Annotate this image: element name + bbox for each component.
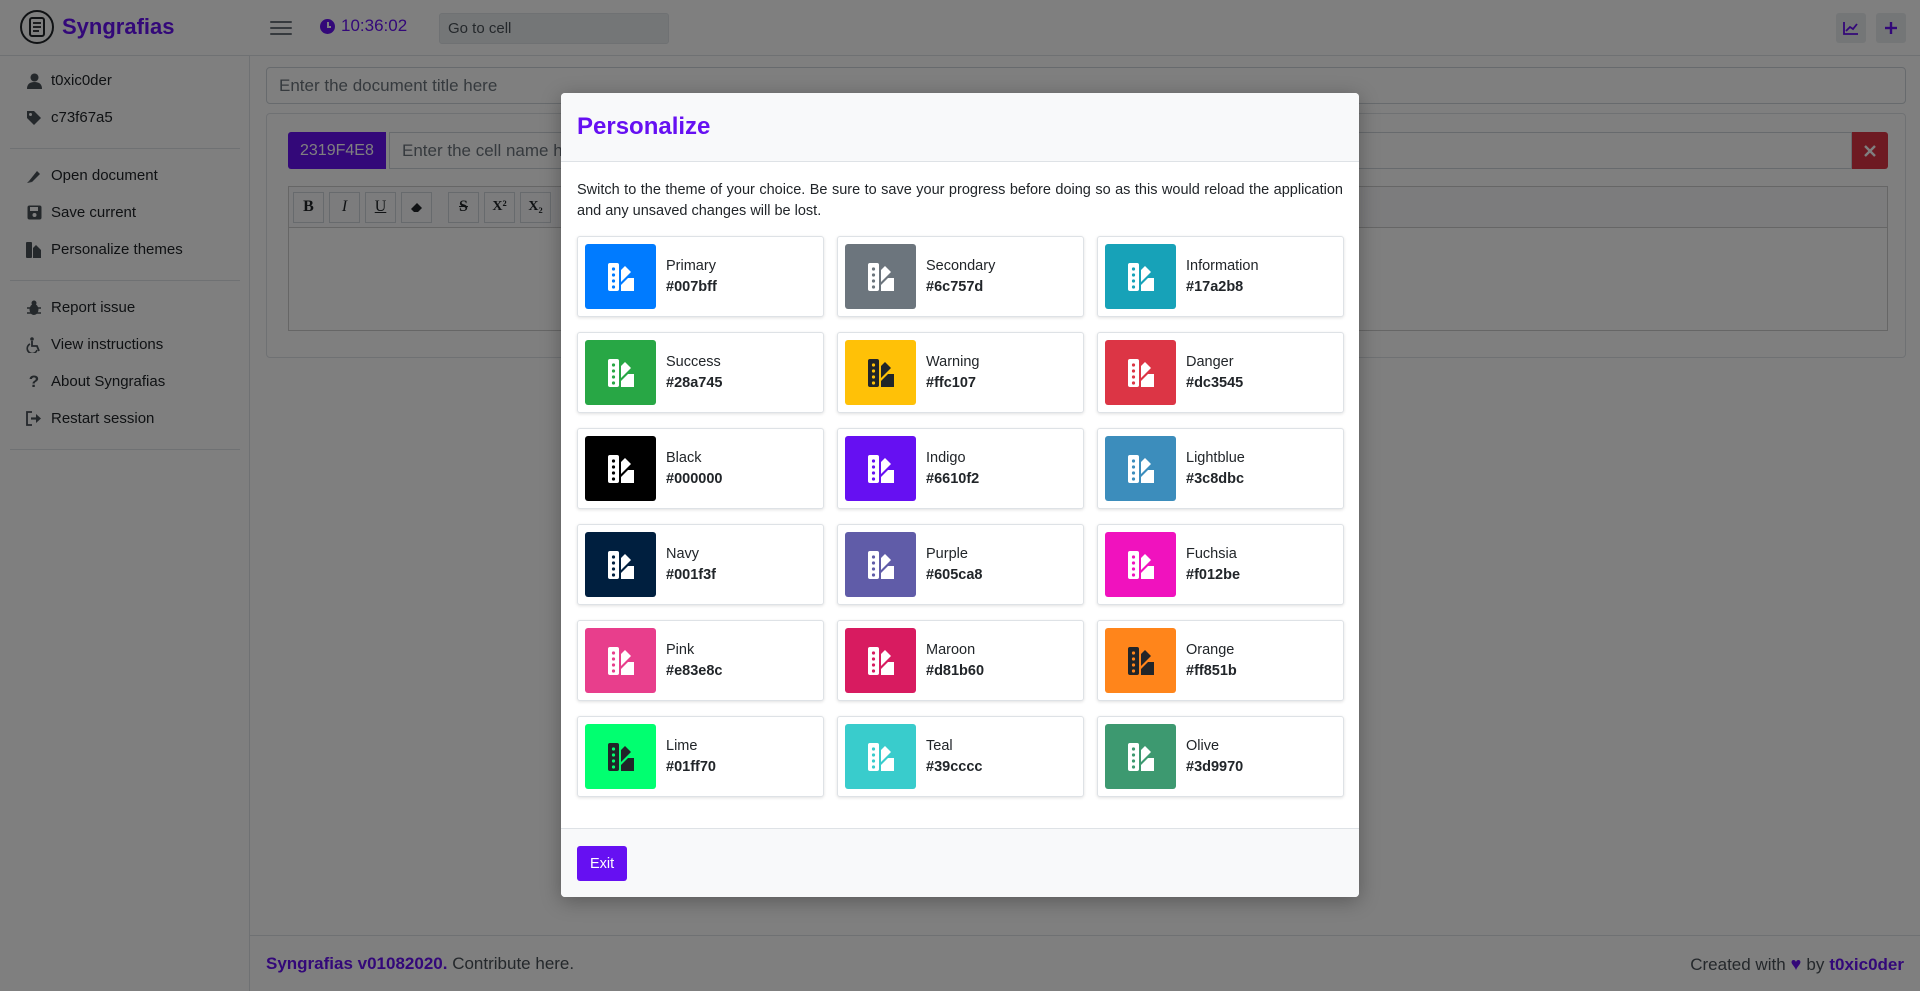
theme-hex: #001f3f xyxy=(666,566,716,583)
theme-name: Warning xyxy=(926,353,980,370)
swatchbook-icon xyxy=(867,646,894,675)
theme-swatch xyxy=(585,628,656,693)
theme-name: Maroon xyxy=(926,641,976,658)
theme-card-olive[interactable]: Olive #3d9970 xyxy=(1097,716,1344,797)
theme-name: Lime xyxy=(666,737,698,754)
theme-name: Danger xyxy=(1186,353,1234,370)
theme-swatch xyxy=(1105,532,1176,597)
swatchbook-icon xyxy=(1127,454,1154,483)
theme-name: Teal xyxy=(926,737,953,754)
theme-name: Olive xyxy=(1186,737,1220,754)
swatchbook-icon xyxy=(867,550,894,579)
theme-card-fuchsia[interactable]: Fuchsia #f012be xyxy=(1097,524,1344,605)
theme-card-primary[interactable]: Primary #007bff xyxy=(577,236,824,317)
swatchbook-icon xyxy=(1127,742,1154,771)
swatchbook-icon xyxy=(867,742,894,771)
swatchbook-icon xyxy=(607,550,634,579)
theme-card-pink[interactable]: Pink #e83e8c xyxy=(577,620,824,701)
theme-swatch xyxy=(845,340,916,405)
theme-card-maroon[interactable]: Maroon #d81b60 xyxy=(837,620,1084,701)
theme-grid: Primary #007bff Secondary #6c757d Inform… xyxy=(577,236,1344,797)
theme-card-danger[interactable]: Danger #dc3545 xyxy=(1097,332,1344,413)
theme-hex: #01ff70 xyxy=(666,758,716,775)
theme-card-lightblue[interactable]: Lightblue #3c8dbc xyxy=(1097,428,1344,509)
swatchbook-icon xyxy=(607,262,634,291)
modal-title: Personalize xyxy=(577,113,711,140)
theme-swatch xyxy=(1105,340,1176,405)
theme-hex: #28a745 xyxy=(666,374,723,391)
theme-name: Orange xyxy=(1186,641,1235,658)
theme-card-black[interactable]: Black #000000 xyxy=(577,428,824,509)
theme-swatch xyxy=(845,532,916,597)
theme-swatch xyxy=(1105,244,1176,309)
theme-hex: #605ca8 xyxy=(926,566,983,583)
theme-hex: #d81b60 xyxy=(926,662,985,679)
theme-card-secondary[interactable]: Secondary #6c757d xyxy=(837,236,1084,317)
swatchbook-icon xyxy=(607,742,634,771)
swatchbook-icon xyxy=(1127,358,1154,387)
theme-card-purple[interactable]: Purple #605ca8 xyxy=(837,524,1084,605)
theme-name: Information xyxy=(1186,257,1259,274)
theme-card-orange[interactable]: Orange #ff851b xyxy=(1097,620,1344,701)
swatchbook-icon xyxy=(1127,262,1154,291)
modal-description: Switch to the theme of your choice. Be s… xyxy=(577,182,1343,219)
theme-card-navy[interactable]: Navy #001f3f xyxy=(577,524,824,605)
theme-hex: #dc3545 xyxy=(1186,374,1244,391)
theme-hex: #3d9970 xyxy=(1186,758,1244,775)
swatchbook-icon xyxy=(607,454,634,483)
theme-hex: #6610f2 xyxy=(926,470,980,487)
modal-header: Personalize xyxy=(561,93,1359,162)
theme-name: Indigo xyxy=(926,449,966,466)
theme-hex: #17a2b8 xyxy=(1186,278,1244,295)
theme-name: Secondary xyxy=(926,257,996,274)
swatchbook-icon xyxy=(1127,646,1154,675)
theme-card-indigo[interactable]: Indigo #6610f2 xyxy=(837,428,1084,509)
theme-hex: #000000 xyxy=(666,470,723,487)
theme-swatch xyxy=(1105,628,1176,693)
theme-swatch xyxy=(1105,724,1176,789)
theme-swatch xyxy=(585,340,656,405)
theme-name: Purple xyxy=(926,545,968,562)
swatchbook-icon xyxy=(867,454,894,483)
theme-name: Black xyxy=(666,449,702,466)
theme-hex: #ff851b xyxy=(1186,662,1237,679)
theme-swatch xyxy=(845,724,916,789)
theme-card-information[interactable]: Information #17a2b8 xyxy=(1097,236,1344,317)
theme-hex: #e83e8c xyxy=(666,662,723,679)
theme-card-success[interactable]: Success #28a745 xyxy=(577,332,824,413)
swatchbook-icon xyxy=(607,358,634,387)
theme-swatch xyxy=(1105,436,1176,501)
theme-card-lime[interactable]: Lime #01ff70 xyxy=(577,716,824,797)
theme-hex: #ffc107 xyxy=(926,374,976,391)
theme-swatch xyxy=(845,436,916,501)
theme-hex: #3c8dbc xyxy=(1186,470,1245,487)
theme-swatch xyxy=(585,244,656,309)
theme-swatch xyxy=(585,436,656,501)
swatchbook-icon xyxy=(867,262,894,291)
theme-name: Pink xyxy=(666,641,695,658)
theme-name: Navy xyxy=(666,545,700,562)
theme-swatch xyxy=(585,532,656,597)
theme-swatch xyxy=(585,724,656,789)
theme-name: Lightblue xyxy=(1186,449,1245,466)
theme-swatch xyxy=(845,628,916,693)
theme-name: Success xyxy=(666,353,721,370)
theme-card-warning[interactable]: Warning #ffc107 xyxy=(837,332,1084,413)
theme-hex: #f012be xyxy=(1186,566,1241,583)
swatchbook-icon xyxy=(1127,550,1154,579)
theme-swatch xyxy=(845,244,916,309)
theme-name: Fuchsia xyxy=(1186,545,1237,562)
theme-name: Primary xyxy=(666,257,716,274)
swatchbook-icon xyxy=(867,358,894,387)
personalize-modal: Personalize Switch to the theme of your … xyxy=(561,93,1359,897)
theme-hex: #39cccc xyxy=(926,758,983,775)
swatchbook-icon xyxy=(607,646,634,675)
theme-hex: #6c757d xyxy=(926,278,984,295)
exit-button[interactable]: Exit xyxy=(577,846,628,881)
modal-footer: Exit xyxy=(561,828,1359,897)
theme-hex: #007bff xyxy=(666,278,717,295)
theme-card-teal[interactable]: Teal #39cccc xyxy=(837,716,1084,797)
